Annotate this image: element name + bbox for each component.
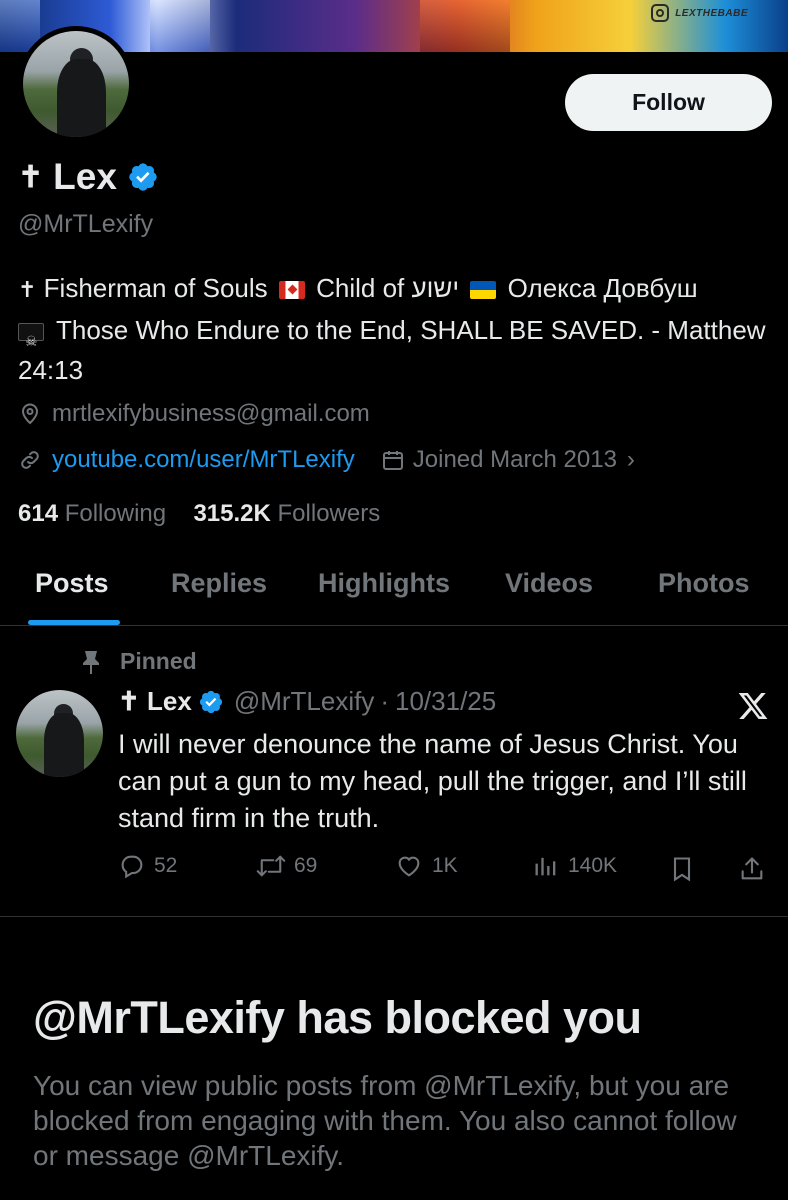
joined-date[interactable]: Joined March 2013 [413,446,617,474]
link-icon [21,451,39,469]
profile-handle: @MrTLexify [18,210,154,238]
profile-bio: ✝ Fisherman of Souls Child of ישוע Олекс… [18,268,778,390]
tab-replies[interactable]: Replies [171,568,267,599]
website-link[interactable]: youtube.com/user/MrTLexify [52,446,355,474]
verified-badge-icon[interactable] [127,161,159,193]
tweet-author-handle[interactable]: @MrTLexify [234,686,375,717]
follow-button[interactable]: Follow [565,74,772,131]
divider [0,916,788,917]
instagram-icon [651,4,670,22]
tweet-text: I will never denounce the name of Jesus … [118,729,747,833]
location-pin-icon [21,403,39,425]
followers-link[interactable]: 315.2K Followers [193,500,380,527]
tweet-author-name[interactable]: ✝ Lex [118,686,192,717]
pinned-label: Pinned [80,648,197,675]
profile-avatar[interactable] [18,26,134,142]
profile-location: mrtlexifybusiness@gmail.com [18,400,370,428]
pin-icon [83,650,99,674]
pirate-flag-icon [18,321,44,361]
retweet-button[interactable]: 69 [256,852,317,880]
follow-stats: 614 Following 315.2K Followers [18,500,380,528]
banner-watermark: LEXTHEBABE [651,4,748,22]
profile-meta-row: youtube.com/user/MrTLexify Joined March … [18,446,635,474]
tweet-header: ✝ Lex @MrTLexify · 10/31/25 [118,686,497,717]
views-button[interactable]: 140K [532,852,617,880]
blocked-description: You can view public posts from @MrTLexif… [33,1070,737,1171]
tweet-date[interactable]: 10/31/25 [395,686,496,717]
blocked-title: @MrTLexify has blocked you [33,992,642,1043]
display-name: Lex [53,156,117,197]
tab-photos[interactable]: Photos [658,568,750,599]
reply-button[interactable]: 52 [118,852,177,880]
x-logo-icon [738,693,768,719]
retweet-icon [256,855,286,877]
reply-icon [121,855,143,879]
share-icon[interactable] [738,854,766,884]
active-tab-indicator [28,620,120,625]
tab-posts[interactable]: Posts [35,568,109,599]
analytics-icon [535,857,556,876]
profile-tabs: Posts Replies Highlights Videos Photos [0,560,788,626]
canada-flag-icon [278,281,305,299]
cross-emoji: ✝ [18,160,44,194]
verified-badge-icon[interactable] [198,689,224,715]
tab-highlights[interactable]: Highlights [318,568,450,599]
heart-icon [398,856,420,877]
calendar-icon [382,451,403,470]
ukraine-flag-icon [470,281,497,299]
following-link[interactable]: 614 Following [18,500,166,527]
tweet-actions: 52 69 1K 140K [0,846,788,886]
profile-name: ✝ Lex [18,156,159,198]
like-button[interactable]: 1K [394,852,458,880]
bookmark-icon[interactable] [668,854,696,884]
tweet-author-avatar[interactable] [16,690,103,777]
tab-videos[interactable]: Videos [505,568,593,599]
chevron-right-icon[interactable]: › [627,446,635,474]
